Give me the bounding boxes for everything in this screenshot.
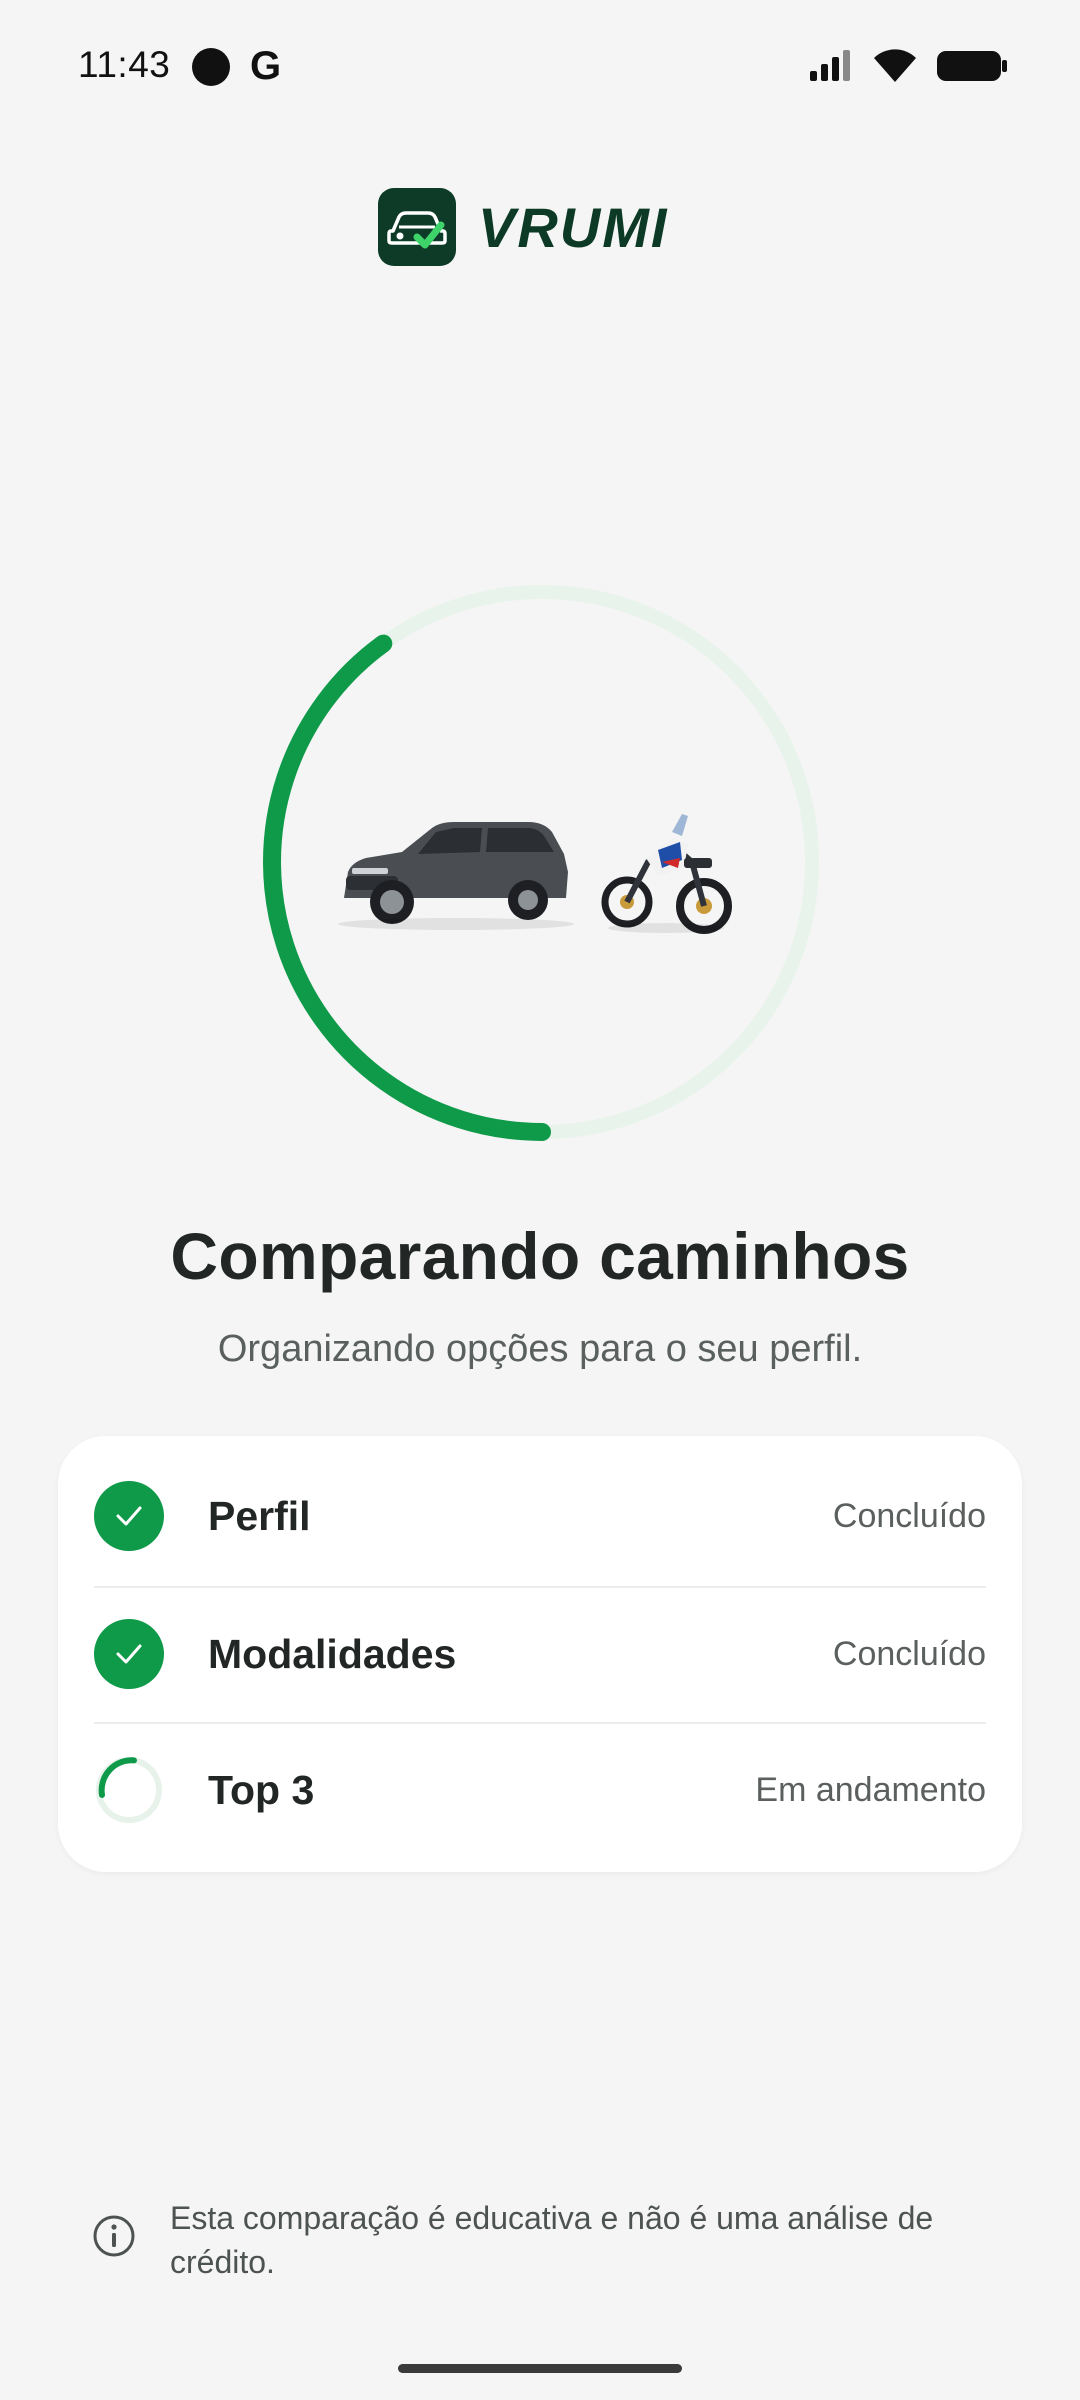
google-icon: G (250, 44, 282, 88)
status-bar: 11:43 G (0, 0, 1080, 140)
signal-icon (810, 50, 850, 81)
wifi-icon (874, 49, 916, 82)
page-subtitle: Organizando opções para o seu perfil. (217, 1328, 863, 1370)
app-logo: VRUMI (378, 188, 668, 266)
home-indicator[interactable] (398, 2364, 682, 2373)
brand-name: VRUMI (478, 195, 669, 259)
step-label: Top 3 (208, 1766, 315, 1813)
check-icon (94, 1619, 164, 1689)
step-status: Concluído (832, 1496, 986, 1535)
motorcycle-icon (601, 814, 732, 934)
status-time: 11:43 (78, 44, 171, 85)
info-icon (93, 2215, 135, 2257)
page-title: Comparando caminhos (170, 1219, 910, 1293)
step-status: Em andamento (755, 1770, 986, 1809)
car-check-icon (378, 188, 456, 266)
loading-spinner-icon (94, 1755, 164, 1825)
disclaimer-text: Esta comparação é educativa e não é uma … (170, 2200, 934, 2280)
disclaimer: Esta comparação é educativa e não é uma … (92, 2196, 1012, 2284)
progress-ring (262, 582, 822, 1142)
step-label: Modalidades (208, 1630, 457, 1677)
step-perfil: Perfil Concluído (94, 1448, 986, 1584)
suv-icon (338, 822, 574, 930)
vehicles-illustration (338, 814, 732, 934)
notification-dot-icon (192, 48, 230, 86)
step-label: Perfil (208, 1492, 311, 1539)
step-status: Concluído (832, 1634, 986, 1673)
step-modalidades: Modalidades Concluído (94, 1586, 986, 1722)
battery-icon (937, 51, 1007, 81)
status-indicators (808, 46, 1008, 86)
step-top-3: Top 3 Em andamento (94, 1722, 986, 1858)
check-icon (94, 1481, 164, 1551)
steps-card: Perfil Concluído Modalidades Concluído T… (58, 1436, 1022, 1872)
